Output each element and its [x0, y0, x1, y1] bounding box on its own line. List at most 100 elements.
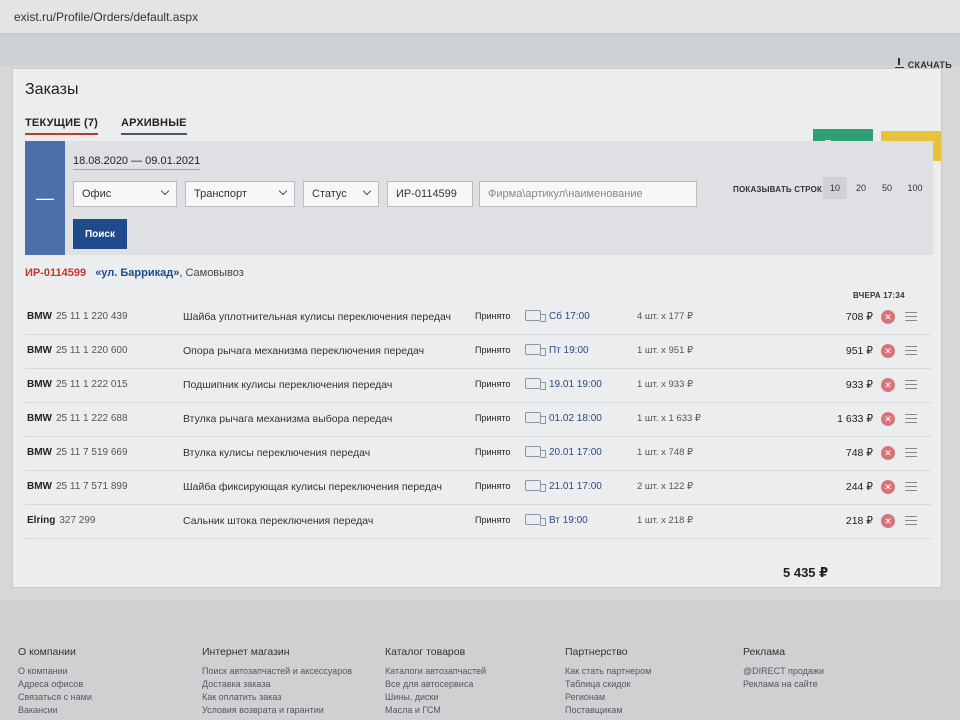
truck-icon [525, 480, 546, 492]
item-delivery-time: 21.01 17:00 [549, 481, 602, 492]
footer-link[interactable]: Доставка заказа [202, 679, 352, 689]
item-article[interactable]: 327 299 [59, 515, 95, 526]
item-menu-icon[interactable] [905, 380, 917, 389]
footer-link[interactable]: Поставщикам [565, 705, 651, 715]
browser-url[interactable]: exist.ru/Profile/Orders/default.aspx [14, 10, 198, 24]
item-price: 244 ₽ [845, 481, 873, 493]
cancel-item-icon[interactable]: ✕ [881, 480, 895, 494]
rows-option-100[interactable]: 100 [903, 177, 927, 199]
cancel-item-icon[interactable]: ✕ [881, 412, 895, 426]
item-brand[interactable]: BMW 25 11 7 519 669 [27, 447, 128, 458]
footer-column: Партнерство Как стать партнером Таблица ск… [565, 646, 651, 718]
cancel-item-icon[interactable]: ✕ [881, 310, 895, 324]
item-article[interactable]: 25 11 1 220 439 [56, 311, 128, 322]
footer-link[interactable]: Как стать партнером [565, 666, 651, 676]
item-status: Принято [475, 413, 511, 423]
item-brand[interactable]: BMW 25 11 1 222 688 [27, 413, 128, 424]
item-status: Принято [475, 345, 511, 355]
transport-select[interactable]: Транспорт [185, 181, 295, 207]
item-quantity: 1 шт. х 218 ₽ [637, 515, 694, 526]
cancel-item-icon[interactable]: ✕ [881, 446, 895, 460]
filter-panel: — 18.08.2020 — 09.01.2021 Офис Транспорт… [25, 141, 933, 255]
search-input[interactable] [479, 181, 697, 207]
item-menu-icon[interactable] [905, 312, 917, 321]
order-items-list: BMW 25 11 1 220 439 Шайба уплотнительная к… [25, 301, 931, 539]
footer-column: Каталог товаров Каталоги автозапчастей Все… [385, 646, 486, 718]
rows-per-page-label: ПОКАЗЫВАТЬ СТРОК: [733, 185, 825, 194]
office-select[interactable]: Офис [73, 181, 177, 207]
table-row: BMW 25 11 1 222 015 Подшипник кулисы перек… [25, 369, 931, 403]
collapse-filter-button[interactable]: — [25, 141, 65, 255]
footer-link[interactable]: Каталоги автозапчастей [385, 666, 486, 676]
item-price: 1 633 ₽ [837, 413, 873, 425]
tab-archive[interactable]: АРХИВНЫЕ [121, 117, 187, 135]
orders-panel: Заказы ТЕКУЩИЕ (7) АРХИВНЫЕ Баланс Прода… [12, 68, 942, 588]
footer-link[interactable]: Реклама на сайте [743, 679, 824, 689]
footer-link[interactable]: Как оплатить заказ [202, 692, 352, 702]
browser-address-bar[interactable]: exist.ru/Profile/Orders/default.aspx [0, 0, 960, 34]
cancel-item-icon[interactable]: ✕ [881, 378, 895, 392]
search-button[interactable]: Поиск [73, 219, 127, 249]
footer-link[interactable]: Поиск автозапчастей и аксессуаров [202, 666, 352, 676]
status-select[interactable]: Статус [303, 181, 379, 207]
item-price: 708 ₽ [845, 311, 873, 323]
footer-link[interactable]: Адреса офисов [18, 679, 92, 689]
item-article[interactable]: 25 11 7 571 899 [56, 481, 128, 492]
footer-link[interactable]: Регионам [565, 692, 651, 702]
item-brand[interactable]: BMW 25 11 1 220 600 [27, 345, 128, 356]
chevron-down-icon [362, 186, 372, 196]
item-menu-icon[interactable] [905, 448, 917, 457]
date-range-picker[interactable]: 18.08.2020 — 09.01.2021 [73, 155, 201, 170]
item-quantity: 1 шт. х 748 ₽ [637, 447, 694, 458]
item-menu-icon[interactable] [905, 482, 917, 491]
item-delivery-time: Вт 19:00 [549, 515, 588, 526]
item-quantity: 1 шт. х 933 ₽ [637, 379, 694, 390]
footer-link[interactable]: О компании [18, 666, 92, 676]
rows-option-50[interactable]: 50 [875, 177, 899, 199]
order-address[interactable]: «ул. Баррикад» [95, 267, 179, 279]
tab-current[interactable]: ТЕКУЩИЕ (7) [25, 117, 99, 135]
footer-link[interactable]: Вакансии [18, 705, 92, 715]
item-name: Шайба фиксирующая кулисы переключения пе… [183, 481, 442, 493]
footer-link[interactable]: Таблица скидок [565, 679, 651, 689]
rows-option-10[interactable]: 10 [823, 177, 847, 199]
footer-link[interactable]: Масла и ГСМ [385, 705, 486, 715]
footer-link[interactable]: Шины, диски [385, 692, 486, 702]
table-row: BMW 25 11 7 571 899 Шайба фиксирующая кули… [25, 471, 931, 505]
item-quantity: 1 шт. х 951 ₽ [637, 345, 694, 356]
footer-link[interactable]: @DIRECT продажи [743, 666, 824, 676]
footer-column: О компании О компании Адреса офисов Связать… [18, 646, 92, 718]
item-status: Принято [475, 481, 511, 491]
item-menu-icon[interactable] [905, 346, 917, 355]
item-brand[interactable]: Elring 327 299 [27, 515, 96, 526]
footer-column: Реклама @DIRECT продажи Реклама на сайте [743, 646, 824, 692]
order-number-link[interactable]: ИР-0114599 [25, 267, 86, 279]
item-menu-icon[interactable] [905, 414, 917, 423]
truck-icon [525, 514, 546, 526]
footer-link[interactable]: Условия возврата и гарантии [202, 705, 352, 715]
order-number-input[interactable] [387, 181, 473, 207]
item-brand[interactable]: BMW 25 11 7 571 899 [27, 481, 128, 492]
truck-icon [525, 310, 546, 322]
item-status: Принято [475, 447, 511, 457]
item-quantity: 4 шт. х 177 ₽ [637, 311, 694, 322]
item-brand[interactable]: BMW 25 11 1 222 015 [27, 379, 128, 390]
item-price: 218 ₽ [845, 515, 873, 527]
item-article[interactable]: 25 11 1 222 015 [56, 379, 128, 390]
item-menu-icon[interactable] [905, 516, 917, 525]
item-article[interactable]: 25 11 1 220 600 [56, 345, 128, 356]
item-article[interactable]: 25 11 7 519 669 [56, 447, 128, 458]
item-quantity: 2 шт. х 122 ₽ [637, 481, 694, 492]
footer-link[interactable]: Связаться с нами [18, 692, 92, 702]
item-article[interactable]: 25 11 1 222 688 [56, 413, 128, 424]
cancel-item-icon[interactable]: ✕ [881, 514, 895, 528]
item-delivery-time: Сб 17:00 [549, 311, 590, 322]
chevron-down-icon [160, 186, 170, 196]
item-price: 951 ₽ [845, 345, 873, 357]
item-brand[interactable]: BMW 25 11 1 220 439 [27, 311, 128, 322]
item-status: Принято [475, 311, 511, 321]
item-name: Втулка кулисы переключения передач [183, 447, 371, 459]
rows-option-20[interactable]: 20 [849, 177, 873, 199]
footer-link[interactable]: Все для автосервиса [385, 679, 486, 689]
cancel-item-icon[interactable]: ✕ [881, 344, 895, 358]
